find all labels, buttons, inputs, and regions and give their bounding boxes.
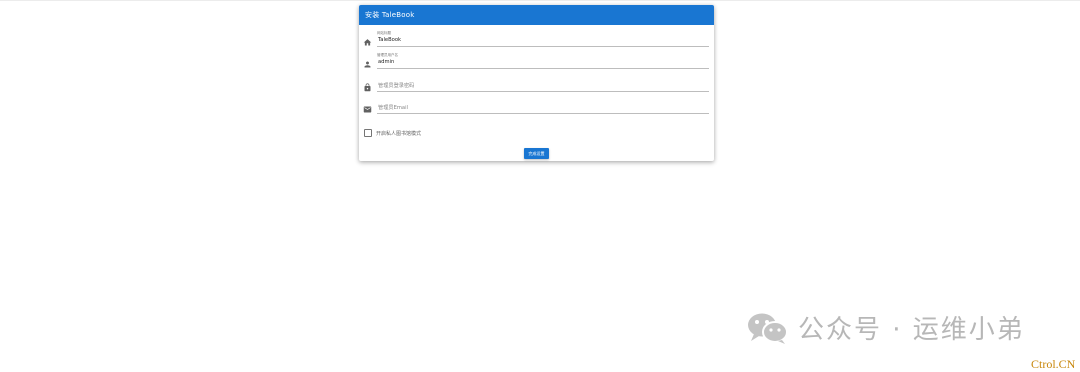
home-icon [363, 39, 372, 46]
private-mode-row[interactable]: 开启私人图书馆模式 [363, 128, 421, 138]
admin-email-underline [377, 113, 709, 114]
admin-password-field[interactable]: 管理员登录密码 [363, 76, 709, 94]
card-title: 安装 TaleBook [365, 11, 415, 19]
site-title-underline [377, 46, 709, 47]
admin-username-label: 管理员用户名 [377, 53, 398, 57]
admin-password-underline [377, 91, 709, 92]
install-card: 安装 TaleBook 网站标题 TaleBook 管理员用户名 admin 管… [359, 5, 714, 161]
lock-icon [364, 83, 371, 92]
site-title-value[interactable]: TaleBook [378, 37, 401, 43]
corner-watermark: Ctrol.CN [1031, 357, 1076, 371]
admin-username-field[interactable]: 管理员用户名 admin [363, 53, 709, 71]
top-divider [0, 0, 1080, 1]
admin-username-value[interactable]: admin [378, 59, 394, 65]
email-icon [363, 106, 372, 113]
finish-setup-button[interactable]: 完成设置 [524, 148, 549, 159]
watermark-text: 公众号 · 运维小弟 [798, 315, 1025, 345]
person-icon [364, 61, 371, 68]
private-mode-checkbox[interactable] [364, 129, 372, 137]
admin-password-placeholder[interactable]: 管理员登录密码 [378, 82, 414, 89]
site-title-field[interactable]: 网站标题 TaleBook [363, 31, 709, 49]
card-header: 安装 TaleBook [359, 5, 714, 25]
wechat-icon [748, 313, 788, 344]
watermark: 公众号 · 运维小弟 [746, 309, 1025, 346]
admin-username-underline [377, 68, 709, 69]
site-title-label: 网站标题 [377, 31, 391, 35]
private-mode-label[interactable]: 开启私人图书馆模式 [376, 130, 421, 137]
admin-email-field[interactable]: 管理员Email [363, 98, 709, 116]
admin-email-placeholder[interactable]: 管理员Email [378, 104, 408, 111]
